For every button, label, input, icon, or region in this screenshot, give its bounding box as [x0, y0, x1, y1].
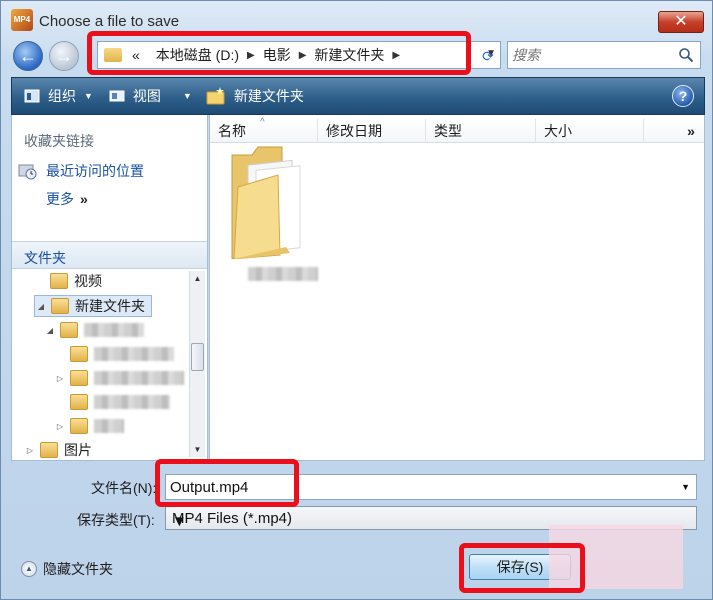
expander-icon[interactable]: ▷ — [54, 374, 66, 383]
collapse-up-icon: ▲ — [21, 561, 37, 577]
breadcrumb-movies[interactable]: 电影 — [263, 45, 291, 65]
expander-icon[interactable]: ◢ — [35, 302, 47, 311]
app-icon: MP4 — [11, 9, 33, 31]
organize-label: 组织 — [48, 88, 76, 104]
organize-icon — [24, 89, 40, 103]
favorites-header: 收藏夹链接 — [24, 133, 94, 149]
more-columns-icon[interactable]: » — [678, 119, 704, 143]
folder-icon — [70, 418, 88, 434]
tree-item-label: 新建文件夹 — [75, 298, 145, 314]
tree-item-label: 视频 — [74, 273, 102, 289]
hide-folders-toggle[interactable]: ▲ 隐藏文件夹 — [21, 559, 113, 579]
search-input[interactable] — [512, 46, 672, 64]
tree-item[interactable] — [54, 391, 170, 413]
views-icon — [109, 90, 125, 102]
blurred-folder-name — [94, 419, 124, 433]
blurred-file-name — [248, 267, 318, 281]
command-bar: 组织 ▼ 视图 ▼ 新建文件夹 ? — [11, 77, 705, 115]
folder-icon — [51, 298, 69, 314]
chevron-down-icon: ⌄ — [24, 247, 35, 261]
folders-header[interactable]: 文件夹 ⌄ — [12, 241, 207, 269]
scrollbar-thumb[interactable] — [191, 343, 204, 371]
breadcrumb-drive[interactable]: 本地磁盘 (D:) — [156, 45, 239, 65]
double-chevron-icon: » — [80, 191, 88, 207]
sort-ascending-icon: ^ — [260, 117, 265, 128]
folder-icon — [50, 273, 68, 289]
column-type[interactable]: 类型 — [426, 119, 536, 143]
tree-item-selected[interactable]: ◢ 新建文件夹 — [34, 295, 152, 317]
organize-button[interactable]: 组织 ▼ — [24, 86, 93, 106]
chevron-down-icon: ▼ — [182, 91, 192, 101]
watermark-overlay — [549, 525, 683, 589]
column-headers: 名称 ^ 修改日期 类型 大小 » — [210, 117, 704, 143]
file-list-pane: 名称 ^ 修改日期 类型 大小 » — [209, 115, 705, 461]
chevron-down-icon: ▼ — [84, 91, 93, 101]
breadcrumb-separator-icon[interactable]: ▶ — [299, 50, 307, 61]
tree-item-label: 图片 — [64, 442, 92, 458]
scroll-down-icon[interactable]: ▼ — [190, 442, 205, 457]
favorite-more[interactable]: 更多 » — [46, 189, 88, 209]
recent-places-icon — [18, 164, 37, 180]
views-label: 视图 — [132, 88, 161, 104]
blurred-folder-name — [94, 347, 174, 361]
expander-icon[interactable]: ▷ — [24, 446, 36, 455]
navigation-pane: 收藏夹链接 最近访问的位置 更多 » 文件夹 ⌄ 视频 ◢ 新建文件夹 ◢ ▷ … — [11, 115, 208, 461]
tree-item[interactable]: ▷ 图片 — [24, 439, 92, 461]
blurred-folder-name — [94, 395, 170, 409]
folder-icon — [70, 394, 88, 410]
search-icon[interactable] — [678, 47, 694, 63]
expander-icon[interactable]: ◢ — [44, 326, 56, 335]
new-folder-button[interactable]: 新建文件夹 — [206, 86, 304, 106]
address-bar[interactable]: « 本地磁盘 (D:) ▶ 电影 ▶ 新建文件夹 ▶ ▼ — [97, 41, 501, 69]
folder-icon — [104, 48, 122, 62]
tree-item[interactable]: 视频 — [34, 270, 102, 292]
expander-icon[interactable]: ▷ — [54, 422, 66, 431]
folder-icon — [70, 370, 88, 386]
tree-item[interactable]: ▷ — [54, 367, 184, 389]
forward-button[interactable]: → — [49, 41, 79, 71]
chevron-down-icon[interactable]: ▼ — [681, 482, 690, 492]
folder-icon — [70, 346, 88, 362]
column-name[interactable]: 名称 ^ — [210, 117, 318, 143]
filetype-label: 保存类型(T): — [77, 512, 155, 528]
breadcrumb-new-folder[interactable]: 新建文件夹 — [314, 45, 384, 65]
close-button[interactable]: ✕ — [658, 11, 704, 33]
breadcrumb-overflow[interactable]: « — [132, 47, 140, 63]
new-folder-label: 新建文件夹 — [233, 88, 304, 104]
refresh-icon[interactable]: ⟳ — [477, 45, 499, 67]
blurred-folder-name — [94, 371, 184, 385]
column-modified-date[interactable]: 修改日期 — [318, 119, 426, 143]
filename-field[interactable]: ▼ — [165, 474, 697, 500]
column-size[interactable]: 大小 — [536, 119, 644, 143]
recent-places-label: 最近访问的位置 — [46, 163, 144, 179]
folder-icon — [40, 442, 58, 458]
save-dialog-window: MP4 Choose a file to save ✕ ← → « 本地磁盘 (… — [0, 0, 713, 600]
breadcrumb-separator-icon[interactable]: ▶ — [247, 50, 255, 61]
breadcrumb-separator-icon[interactable]: ▶ — [392, 50, 400, 61]
more-label: 更多 — [46, 191, 74, 207]
new-folder-icon — [206, 87, 225, 105]
tree-item[interactable]: ◢ — [44, 319, 144, 341]
favorite-recent-places[interactable]: 最近访问的位置 — [18, 161, 144, 181]
filename-label: 文件名(N): — [91, 480, 157, 496]
help-icon[interactable]: ? — [672, 85, 694, 107]
tree-item[interactable]: ▷ — [54, 415, 124, 437]
filename-input[interactable] — [170, 478, 650, 496]
views-button[interactable]: 视图 ▼ — [109, 86, 192, 106]
search-box[interactable] — [507, 41, 701, 69]
back-button[interactable]: ← — [13, 41, 43, 71]
navigation-bar: ← → « 本地磁盘 (D:) ▶ 电影 ▶ 新建文件夹 ▶ ▼ ⟳ — [1, 37, 712, 73]
window-title: Choose a file to save — [39, 13, 180, 30]
blurred-folder-name — [84, 323, 144, 337]
title-bar: MP4 Choose a file to save ✕ — [1, 1, 712, 35]
folder-icon — [60, 322, 78, 338]
folder-icon[interactable] — [230, 143, 310, 259]
scroll-up-icon[interactable]: ▲ — [190, 271, 205, 286]
tree-scrollbar[interactable]: ▲ ▼ — [189, 271, 205, 457]
tree-item[interactable] — [54, 343, 174, 365]
hide-folders-label: 隐藏文件夹 — [43, 561, 113, 577]
